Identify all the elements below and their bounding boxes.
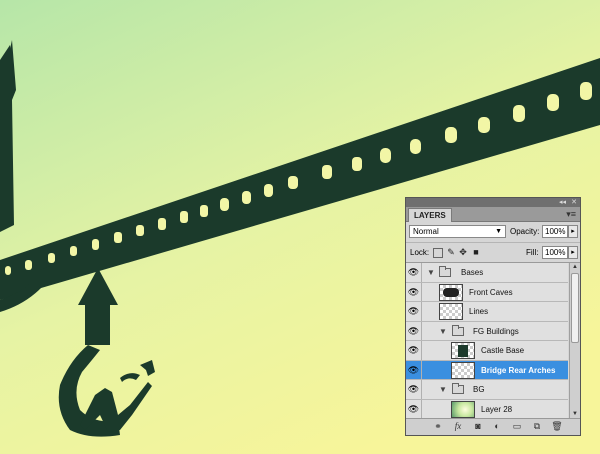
panel-title-bar[interactable]: ◂◂ ✕ xyxy=(406,198,580,207)
layer-mask-icon[interactable]: ◙ xyxy=(472,421,484,432)
layers-bottom-toolbar: ⚭ fx ◙ ◐ ▭ ⧉ 🗑 xyxy=(406,418,580,435)
layer-name: Castle Base xyxy=(481,346,525,355)
eye-icon[interactable]: 👁 xyxy=(406,341,422,360)
folder-icon xyxy=(439,266,451,277)
layer-name: Bases xyxy=(461,268,484,277)
expand-triangle-icon[interactable]: ▼ xyxy=(439,322,447,341)
new-group-icon[interactable]: ▭ xyxy=(511,421,523,432)
fill-label: Fill: xyxy=(526,248,539,257)
eye-icon[interactable]: 👁 xyxy=(406,282,422,301)
chevron-down-icon: ▼ xyxy=(495,228,502,235)
lock-position-icon[interactable]: ✥ xyxy=(458,247,468,257)
eye-icon[interactable]: 👁 xyxy=(406,321,422,340)
opacity-label: Opacity: xyxy=(510,227,540,236)
layer-thumbnail xyxy=(451,361,475,379)
eye-icon[interactable]: 👁 xyxy=(406,380,422,399)
expand-triangle-icon[interactable]: ▼ xyxy=(427,263,435,282)
layer-row-layer-28[interactable]: 👁 Layer 28 xyxy=(406,399,568,419)
blend-mode-value: Normal xyxy=(413,227,439,236)
lock-label: Lock: xyxy=(410,248,430,257)
panel-tab-bar: LAYERS ▾≡ xyxy=(406,207,580,222)
new-layer-icon[interactable]: ⧉ xyxy=(531,421,543,432)
opacity-input[interactable]: 100% xyxy=(542,225,568,238)
layer-row-bg[interactable]: 👁 ▼ BG xyxy=(406,380,568,400)
folder-icon xyxy=(452,383,464,394)
fill-input[interactable]: 100% xyxy=(542,246,568,259)
lock-row: Lock: ✎ ✥ ■ Fill: 100% ▸ xyxy=(406,243,580,263)
layer-name: FG Buildings xyxy=(473,326,519,336)
scroll-up-icon[interactable]: ▲ xyxy=(570,263,580,272)
layer-thumbnail xyxy=(439,283,463,301)
fx-icon[interactable]: fx xyxy=(452,421,464,432)
layer-name: BG xyxy=(473,385,485,394)
eye-icon[interactable]: 👁 xyxy=(406,399,422,418)
layer-name: Lines xyxy=(469,307,489,316)
layer-name: Front Caves xyxy=(469,287,513,297)
scroll-thumb[interactable] xyxy=(571,273,579,343)
expand-triangle-icon[interactable]: ▼ xyxy=(439,380,447,399)
layer-thumbnail xyxy=(451,342,475,359)
layer-name: Bridge Rear Arches xyxy=(481,365,556,375)
lock-all-icon[interactable]: ■ xyxy=(471,247,481,257)
layer-row-lines[interactable]: 👁 Lines xyxy=(406,302,568,322)
layers-panel: ◂◂ ✕ LAYERS ▾≡ Normal ▼ Opacity: 100% ▸ … xyxy=(405,197,581,436)
fill-slider-button[interactable]: ▸ xyxy=(568,246,578,259)
lock-transparent-icon[interactable] xyxy=(433,248,443,258)
opacity-slider-button[interactable]: ▸ xyxy=(568,225,578,238)
eye-icon[interactable]: 👁 xyxy=(406,302,422,321)
adjustment-layer-icon[interactable]: ◐ xyxy=(491,421,503,432)
link-layers-icon[interactable]: ⚭ xyxy=(432,421,444,432)
layer-thumbnail xyxy=(439,303,463,320)
layers-list: 👁 ▼ Bases 👁 Front Caves 👁 Lines 👁 ▼ FG B… xyxy=(406,263,568,419)
layer-thumbnail xyxy=(451,400,475,418)
delete-layer-icon[interactable]: 🗑 xyxy=(551,421,563,432)
tab-layers[interactable]: LAYERS xyxy=(408,208,452,222)
layer-name: Layer 28 xyxy=(481,404,513,414)
layer-row-front-caves[interactable]: 👁 Front Caves xyxy=(406,282,568,302)
collapse-panel-button[interactable]: ◂◂ xyxy=(559,198,566,207)
layers-scrollbar[interactable]: ▲ ▼ xyxy=(569,263,580,419)
folder-icon xyxy=(452,324,464,336)
eye-icon[interactable]: 👁 xyxy=(406,360,422,379)
layer-row-bridge-rear-arches[interactable]: 👁 Bridge Rear Arches xyxy=(406,360,568,380)
close-panel-button[interactable]: ✕ xyxy=(571,198,577,207)
layer-row-castle-base[interactable]: 👁 Castle Base xyxy=(406,341,568,361)
layer-row-bases[interactable]: 👁 ▼ Bases xyxy=(406,263,568,283)
layer-row-fg-buildings[interactable]: 👁 ▼ FG Buildings xyxy=(406,321,568,341)
blend-row: Normal ▼ Opacity: 100% ▸ xyxy=(406,222,580,243)
blend-mode-select[interactable]: Normal ▼ xyxy=(409,225,506,238)
panel-menu-icon[interactable]: ▾≡ xyxy=(566,208,576,220)
eye-icon[interactable]: 👁 xyxy=(406,263,422,282)
lock-pixels-icon[interactable]: ✎ xyxy=(446,247,456,257)
